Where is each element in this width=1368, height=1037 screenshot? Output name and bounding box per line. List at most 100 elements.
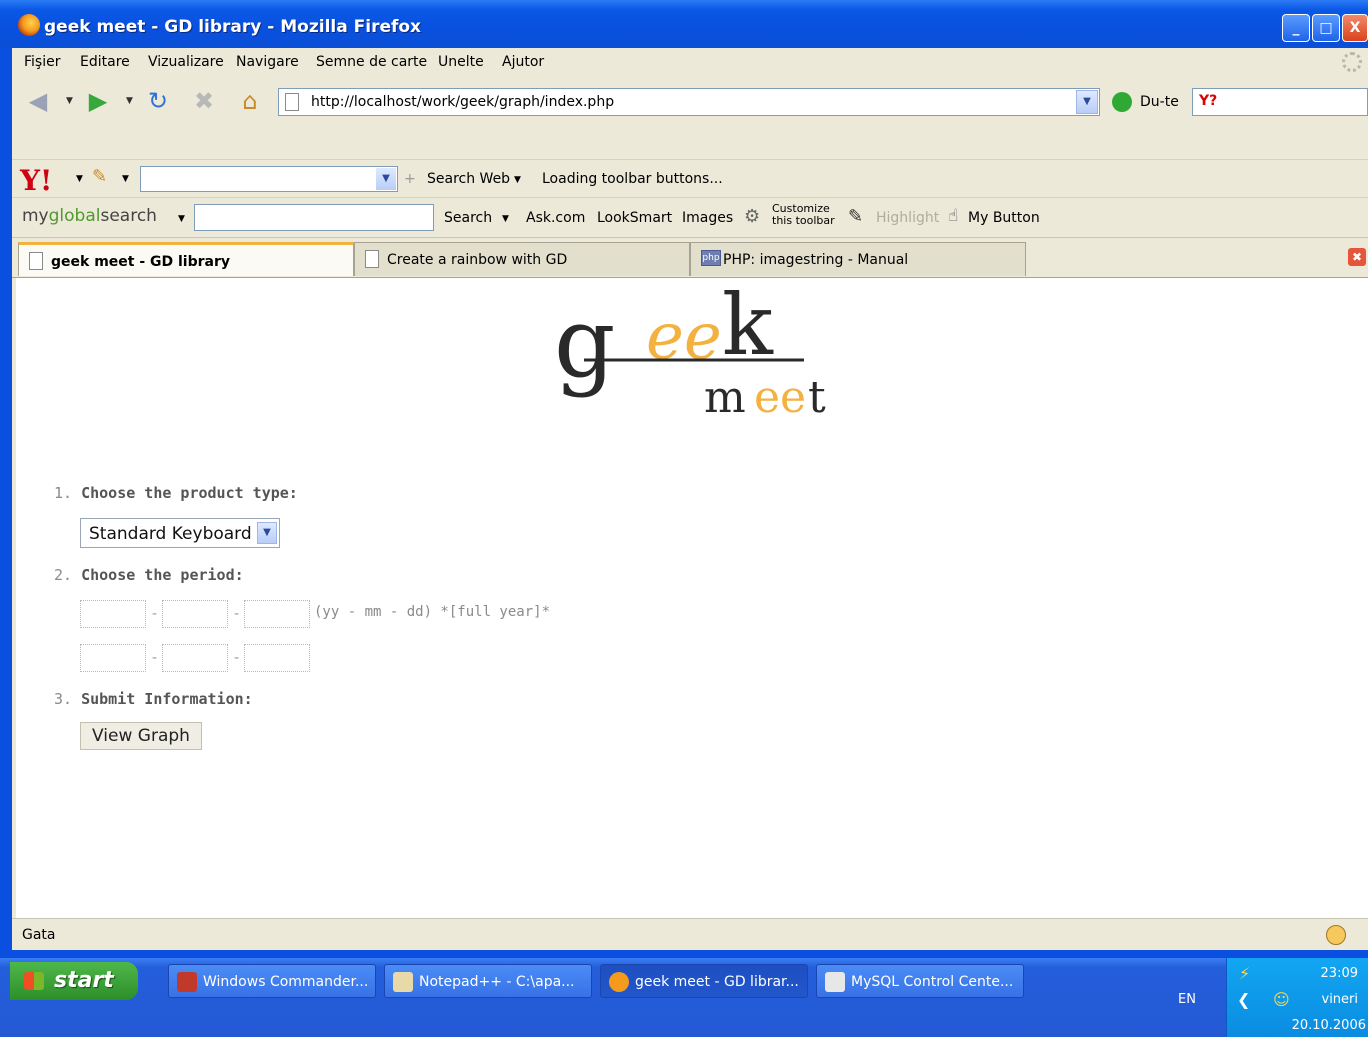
status-bar: Gata	[12, 918, 1368, 950]
tray-back-icon[interactable]: ❮	[1237, 990, 1250, 1009]
url-dropdown-icon[interactable]: ▼	[1076, 90, 1098, 114]
task-label: Notepad++ - C:\apa...	[419, 974, 575, 990]
yahoo-search-dropdown-icon[interactable]: ▼	[376, 168, 396, 190]
reload-icon[interactable]: ↻	[142, 86, 174, 116]
highlight-icon[interactable]: ✎	[848, 206, 863, 227]
menu-file[interactable]: Fişier	[24, 54, 60, 70]
yahoo-search-icon: Y?	[1199, 93, 1218, 109]
forward-dropdown-icon[interactable]: ▼	[126, 96, 133, 106]
close-tab-icon[interactable]: ✖	[1348, 248, 1366, 266]
brand-dropdown-icon[interactable]: ▼	[178, 214, 185, 224]
task-firefox[interactable]: geek meet - GD librar...	[600, 964, 808, 998]
minimize-button[interactable]: _	[1282, 14, 1310, 42]
menu-tools[interactable]: Unelte	[438, 54, 484, 70]
go-icon[interactable]	[1112, 92, 1132, 112]
images-link[interactable]: Images	[682, 210, 733, 226]
throbber-icon	[1342, 52, 1362, 72]
pencil-icon[interactable]: ✎	[92, 166, 107, 187]
tab-label: PHP: imagestring - Manual	[723, 252, 909, 268]
view-graph-button[interactable]: View Graph	[80, 722, 202, 750]
firefox-icon	[18, 14, 40, 36]
back-dropdown-icon[interactable]: ▼	[66, 96, 73, 106]
smiley-icon[interactable]	[1326, 925, 1346, 945]
ask-link[interactable]: Ask.com	[526, 210, 585, 226]
go-button[interactable]: Du-te	[1140, 94, 1179, 110]
maximize-button[interactable]: □	[1312, 14, 1340, 42]
yahoo-dropdown-icon[interactable]: ▼	[76, 174, 83, 184]
search-web-button[interactable]: Search Web	[427, 171, 510, 187]
selected-product: Standard Keyboard	[89, 524, 252, 544]
yahoo-search-box[interactable]: Y?	[1192, 88, 1368, 116]
tray-power-icon[interactable]: ⚡	[1239, 964, 1250, 983]
title-bar[interactable]: geek meet - GD library - Mozilla Firefox…	[0, 0, 1368, 48]
menu-edit[interactable]: Editare	[80, 54, 130, 70]
back-icon[interactable]: ◀	[22, 86, 54, 116]
myglobalsearch-logo[interactable]: myglobalsearch	[22, 206, 157, 226]
home-icon[interactable]: ⌂	[234, 86, 266, 116]
system-tray: ⚡ ❮ ☺ 23:09 vineri 20.10.2006	[1226, 958, 1368, 1037]
forward-icon[interactable]: ▶	[82, 86, 114, 116]
url-text[interactable]: http://localhost/work/geek/graph/index.p…	[311, 94, 614, 110]
menu-view[interactable]: Vizualizare	[148, 54, 224, 70]
mgs-search-input[interactable]	[194, 204, 434, 231]
loading-text: Loading toolbar buttons...	[542, 171, 723, 187]
page-content: g k ee m ee t 1. Choose the product type…	[16, 278, 1368, 918]
menu-help[interactable]: Ajutor	[502, 54, 544, 70]
save-disk-icon	[177, 972, 197, 992]
clock-time[interactable]: 23:09	[1321, 966, 1358, 981]
yahoo-toolbar: Y! ▼ ✎ ▼ ▼ + Search Web ▼ Loading toolba…	[12, 160, 1368, 198]
search-web-dropdown-icon[interactable]: ▼	[514, 175, 521, 185]
date-separator: -	[234, 650, 240, 666]
hand-icon[interactable]: ☝	[948, 206, 958, 226]
step-1-heading: 1. Choose the product type:	[54, 484, 298, 502]
task-notepad[interactable]: Notepad++ - C:\apa...	[384, 964, 592, 998]
task-label: geek meet - GD librar...	[635, 974, 799, 990]
product-type-select[interactable]: Standard Keyboard ▼	[80, 518, 280, 548]
firefox-icon	[609, 972, 629, 992]
customize-toolbar-button[interactable]: Customize this toolbar	[772, 203, 835, 227]
menu-bookmarks[interactable]: Semne de carte	[316, 54, 427, 70]
start-label: start	[54, 968, 114, 993]
menu-bar: Fişier Editare Vizualizare Navigare Semn…	[12, 48, 1368, 76]
navigation-bar: ◀ ▼ ▶ ▼ ↻ ✖ ⌂ http://localhost/work/geek…	[12, 76, 1368, 126]
my-button[interactable]: My Button	[968, 210, 1040, 226]
tab-geek-meet[interactable]: geek meet - GD library	[18, 242, 354, 276]
url-bar[interactable]: http://localhost/work/geek/graph/index.p…	[278, 88, 1100, 116]
plus-icon[interactable]: +	[404, 171, 416, 187]
svg-text:g: g	[554, 287, 615, 399]
start-year-input[interactable]	[80, 600, 146, 628]
yahoo-search-input[interactable]: ▼	[140, 166, 398, 192]
stop-icon[interactable]: ✖	[188, 86, 220, 116]
task-mysql[interactable]: MySQL Control Cente...	[816, 964, 1024, 998]
close-button[interactable]: X	[1342, 14, 1368, 42]
language-indicator[interactable]: EN	[1178, 992, 1196, 1007]
start-button[interactable]: start	[10, 962, 138, 1000]
svg-text:t: t	[808, 372, 826, 423]
end-day-input[interactable]	[244, 644, 310, 672]
pencil-dropdown-icon[interactable]: ▼	[122, 174, 129, 184]
tab-create-rainbow[interactable]: Create a rainbow with GD	[354, 242, 690, 276]
tab-php-manual[interactable]: php PHP: imagestring - Manual	[690, 242, 1026, 276]
date-separator: -	[152, 606, 158, 622]
empty-toolbar	[12, 126, 1368, 160]
gear-icon[interactable]: ⚙	[744, 206, 760, 227]
menu-navigate[interactable]: Navigare	[236, 54, 299, 70]
page-icon	[365, 250, 379, 268]
end-year-input[interactable]	[80, 644, 146, 672]
task-label: MySQL Control Cente...	[851, 974, 1014, 990]
mgs-search-dropdown-icon[interactable]: ▼	[502, 214, 509, 224]
chevron-down-icon[interactable]: ▼	[257, 522, 277, 544]
start-day-input[interactable]	[244, 600, 310, 628]
start-month-input[interactable]	[162, 600, 228, 628]
mgs-search-button[interactable]: Search	[444, 210, 492, 226]
end-month-input[interactable]	[162, 644, 228, 672]
mysql-icon	[825, 972, 845, 992]
looksmart-link[interactable]: LookSmart	[597, 210, 672, 226]
window-title: geek meet - GD library - Mozilla Firefox	[44, 17, 422, 37]
tray-smiley-icon[interactable]: ☺	[1273, 990, 1290, 1009]
highlight-button[interactable]: Highlight	[876, 210, 939, 226]
yahoo-logo[interactable]: Y!	[20, 164, 52, 197]
svg-text:m: m	[704, 372, 746, 423]
notepad-icon	[393, 972, 413, 992]
task-windows-commander[interactable]: Windows Commander...	[168, 964, 376, 998]
